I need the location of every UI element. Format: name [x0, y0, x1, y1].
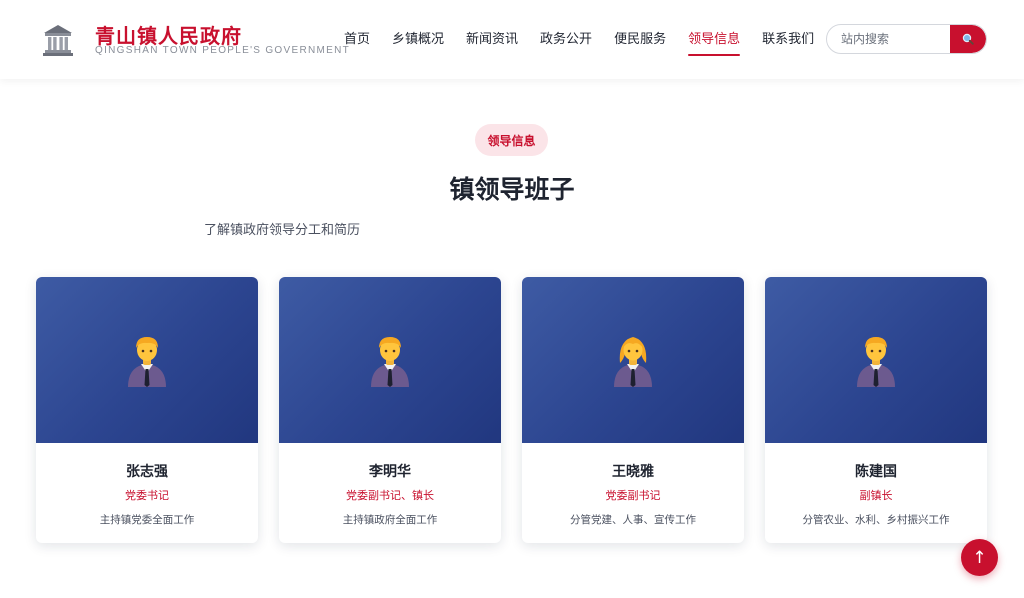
- leader-card[interactable]: 王晓雅 党委副书记 分管党建、人事、宣传工作: [522, 277, 744, 543]
- leader-name: 李明华: [369, 464, 411, 480]
- nav-item-home[interactable]: 首页: [333, 31, 381, 51]
- leader-card[interactable]: 张志强 党委书记 主持镇党委全面工作: [36, 277, 258, 543]
- nav-item-public-services[interactable]: 便民服务: [603, 31, 677, 51]
- main-nav: 首页 乡镇概况 新闻资讯 政务公开 便民服务 领导信息 联系我们: [333, 31, 825, 56]
- leader-name: 王晓雅: [612, 464, 654, 480]
- leader-role: 党委书记: [125, 489, 169, 502]
- leader-role: 党委副书记: [605, 489, 661, 502]
- woman-office-worker-icon: [614, 337, 652, 387]
- government-building-icon[interactable]: [42, 22, 74, 58]
- section-badge: 领导信息: [475, 124, 548, 156]
- site-header: 青山镇人民政府 QINGSHAN TOWN PEOPLE'S GOVERNMEN…: [0, 0, 1024, 79]
- nav-item-news[interactable]: 新闻资讯: [455, 31, 529, 51]
- leader-role: 党委副书记、镇长: [346, 489, 434, 502]
- leader-duty: 主持镇政府全面工作: [342, 514, 438, 526]
- nav-item-leadership[interactable]: 领导信息: [677, 31, 751, 56]
- man-office-worker-icon: [371, 337, 409, 387]
- leader-duty: 主持镇党委全面工作: [99, 514, 195, 526]
- site-search: [826, 24, 987, 54]
- nav-item-government-affairs[interactable]: 政务公开: [529, 31, 603, 51]
- leader-photo: [765, 277, 987, 443]
- section-description: 了解镇政府领导分工和简历: [204, 223, 361, 238]
- leader-photo: [522, 277, 744, 443]
- man-office-worker-icon: [128, 337, 166, 387]
- site-subtitle: QINGSHAN TOWN PEOPLE'S GOVERNMENT: [95, 45, 351, 56]
- search-button[interactable]: [950, 25, 986, 53]
- leader-name: 陈建国: [855, 464, 897, 480]
- leader-name: 张志强: [126, 464, 168, 480]
- leader-card[interactable]: 李明华 党委副书记、镇长 主持镇政府全面工作: [279, 277, 501, 543]
- leader-card[interactable]: 陈建国 副镇长 分管农业、水利、乡村振兴工作: [765, 277, 987, 543]
- arrow-up-icon: ↑: [972, 547, 987, 568]
- leader-photo: [279, 277, 501, 443]
- leader-duty: 分管党建、人事、宣传工作: [570, 514, 696, 526]
- leader-duty: 分管农业、水利、乡村振兴工作: [802, 514, 950, 526]
- leader-photo: [36, 277, 258, 443]
- nav-item-town-overview[interactable]: 乡镇概况: [381, 31, 455, 51]
- nav-item-contact[interactable]: 联系我们: [751, 31, 825, 51]
- search-icon: [962, 33, 974, 45]
- section-title: 镇领导班子: [449, 175, 575, 204]
- leader-role: 副镇长: [859, 489, 893, 502]
- search-input[interactable]: [827, 25, 952, 53]
- back-to-top-button[interactable]: ↑: [961, 539, 998, 576]
- man-office-worker-icon: [857, 337, 895, 387]
